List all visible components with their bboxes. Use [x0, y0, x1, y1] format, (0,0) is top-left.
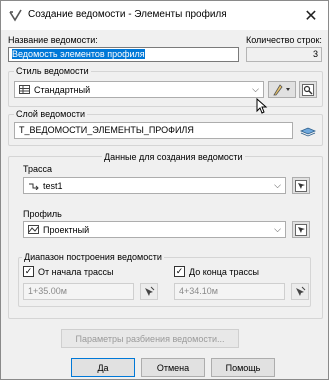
dialog-window: Создание ведомости - Элементы профиля ✕ … — [0, 0, 329, 380]
pick-object-icon — [295, 179, 307, 192]
chevron-down-icon: ⌵ — [274, 180, 281, 190]
layers-icon — [300, 127, 316, 136]
civil-app-icon — [9, 9, 22, 22]
edit-style-button[interactable] — [268, 81, 296, 98]
end-station-input[interactable]: 4+34.10м — [174, 283, 285, 300]
layer-group-title: Слой ведомости — [14, 109, 87, 119]
split-params-button[interactable]: Параметры разбиения ведомости... — [61, 329, 239, 348]
report-name-label: Название ведомости: — [8, 35, 98, 45]
start-station-input[interactable]: 1+35.00м — [23, 283, 134, 300]
profile-selected-value: Проектный — [43, 224, 90, 235]
data-group-title: Данные для создания ведомости — [102, 152, 245, 162]
alignment-icon — [29, 183, 39, 190]
to-end-label: До конца трассы — [189, 266, 259, 277]
mouse-cursor-icon — [256, 98, 268, 114]
pick-route-button[interactable] — [292, 177, 310, 194]
title-bar[interactable]: Создание ведомости - Элементы профиля ✕ — [1, 1, 328, 30]
checkmark-icon: ✓ — [23, 266, 34, 277]
help-button[interactable]: Помощь — [211, 358, 275, 377]
style-dropdown[interactable]: Стандартный ⌵ — [14, 81, 264, 98]
checkmark-icon: ✓ — [174, 266, 185, 277]
row-count-field: 3 — [246, 47, 322, 62]
pick-point-icon — [296, 286, 306, 296]
report-name-input[interactable]: Ведомость элементов профиля — [8, 47, 239, 62]
magnifier-icon — [302, 83, 314, 96]
pick-point-icon — [145, 286, 155, 296]
close-icon: ✕ — [304, 7, 318, 25]
from-start-checkbox[interactable]: ✓ От начала трассы — [23, 266, 113, 277]
route-label: Трасса — [23, 164, 53, 174]
ok-button[interactable]: Да — [71, 358, 135, 377]
pick-end-station-button[interactable] — [291, 283, 309, 300]
route-dropdown[interactable]: test1 ⌵ — [23, 177, 286, 194]
edit-style-icon — [273, 84, 290, 96]
route-selected-value: test1 — [43, 180, 63, 191]
chevron-down-icon: ⌵ — [252, 84, 259, 94]
chevron-down-icon: ⌵ — [274, 224, 281, 234]
profile-label: Профиль — [23, 209, 62, 219]
style-selected-value: Стандартный — [34, 84, 91, 95]
from-start-label: От начала трассы — [38, 266, 114, 277]
cancel-button[interactable]: Отмена — [141, 358, 205, 377]
pick-start-station-button[interactable] — [140, 283, 158, 300]
pick-object-icon — [295, 223, 307, 236]
layer-input[interactable]: Т_ВЕДОМОСТИ_ЭЛЕМЕНТЫ_ПРОФИЛЯ — [14, 122, 293, 139]
select-layer-button[interactable] — [299, 122, 317, 139]
to-end-checkbox[interactable]: ✓ До конца трассы — [174, 266, 259, 277]
range-group-title: Диапазон построения ведомости — [22, 252, 164, 262]
pick-profile-button[interactable] — [292, 221, 310, 238]
preview-style-button[interactable] — [299, 81, 317, 98]
report-name-value: Ведомость элементов профиля — [12, 49, 145, 59]
style-group-title: Стиль ведомости — [14, 66, 91, 76]
profile-dropdown[interactable]: Проектный ⌵ — [23, 221, 286, 238]
profile-icon — [28, 225, 39, 234]
row-count-label: Количество строк: — [246, 35, 322, 45]
table-style-icon — [19, 85, 30, 94]
window-title: Создание ведомости - Элементы профиля — [28, 9, 227, 20]
close-button[interactable]: ✕ — [294, 1, 328, 30]
